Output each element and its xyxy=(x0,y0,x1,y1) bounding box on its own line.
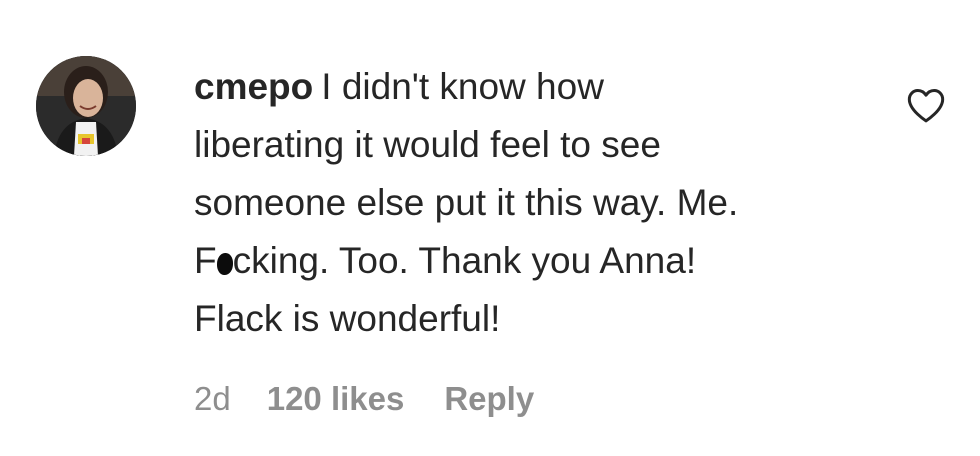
comment-timestamp[interactable]: 2d xyxy=(194,380,231,418)
avatar[interactable] xyxy=(36,56,136,156)
comment-line-1: cmepo I didn't know how xyxy=(194,58,874,116)
comment-text-line-4-suffix: cking. Too. Thank you Anna! xyxy=(232,240,697,281)
comment-text-line-4-prefix: F xyxy=(194,240,217,281)
username-link[interactable]: cmepo xyxy=(194,66,313,107)
comment-line-4: Fcking. Too. Thank you Anna! xyxy=(194,232,874,290)
heart-outline-icon[interactable] xyxy=(906,86,946,124)
reply-button[interactable]: Reply xyxy=(444,380,534,418)
comment-text-line-2: liberating it would feel to see xyxy=(194,124,661,165)
comment-body: cmepo I didn't know how liberating it wou… xyxy=(194,58,874,348)
comment-meta: 2d 120 likes Reply xyxy=(194,380,534,418)
comment-text-line-3: someone else put it this way. Me. xyxy=(194,182,739,223)
likes-count[interactable]: 120 likes xyxy=(267,380,405,418)
censor-blot xyxy=(216,253,233,275)
avatar-image xyxy=(36,56,136,156)
comment-text-line-1: I didn't know how xyxy=(321,66,604,107)
comment-text-line-5: Flack is wonderful! xyxy=(194,298,501,339)
comment: cmepo I didn't know how liberating it wou… xyxy=(0,0,980,456)
